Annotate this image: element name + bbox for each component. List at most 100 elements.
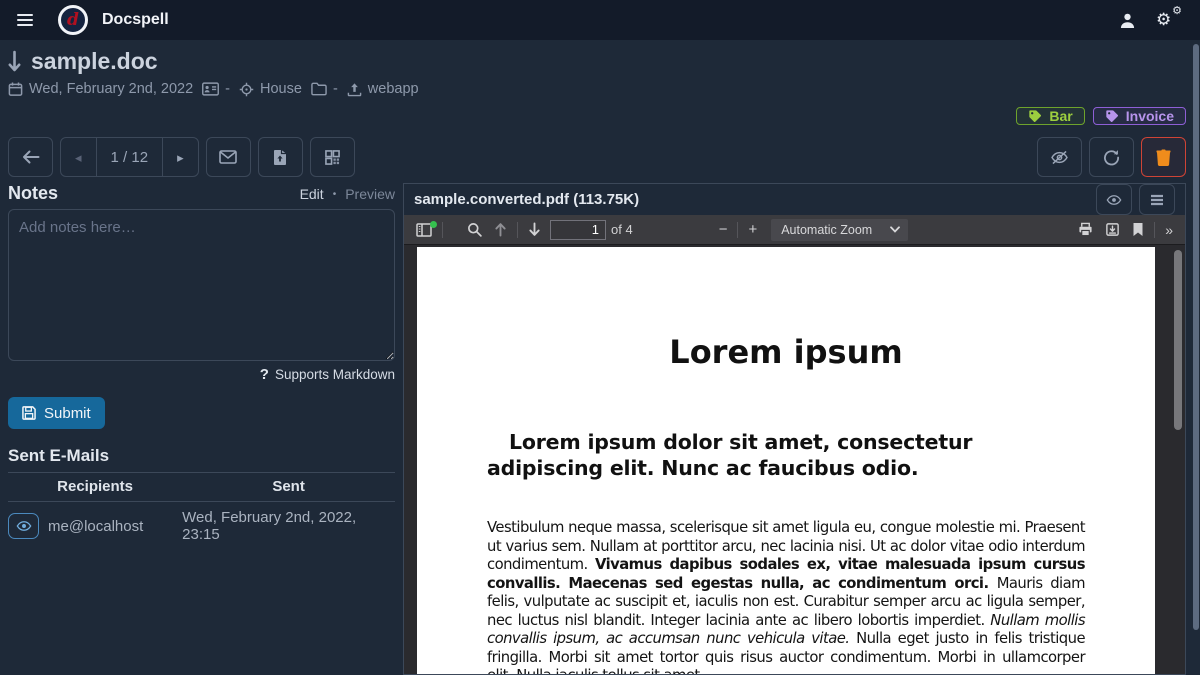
find-button[interactable]	[461, 219, 488, 240]
notes-input[interactable]	[8, 209, 395, 361]
page-count-label: of 4	[611, 222, 633, 237]
preview-panel: sample.converted.pdf (113.75K)	[403, 183, 1186, 675]
toggle-preview-button[interactable]	[1096, 184, 1132, 215]
chevron-right-icon: ▸	[177, 151, 184, 164]
view-mail-button[interactable]	[8, 513, 39, 539]
tag-bar[interactable]: Bar	[1016, 107, 1084, 125]
mail-recipient: me@localhost	[48, 518, 143, 535]
hamburger-icon	[16, 12, 34, 28]
item-source: webapp	[368, 81, 419, 97]
arrow-down-icon	[528, 222, 541, 237]
arrow-up-icon	[494, 222, 507, 237]
tag-icon	[1105, 109, 1119, 123]
app-title: Docspell	[102, 11, 169, 29]
back-button[interactable]	[8, 137, 53, 177]
trash-icon	[1156, 149, 1171, 166]
add-files-button[interactable]	[258, 137, 303, 177]
column-header-sent: Sent	[182, 473, 395, 502]
navbar: d Docspell ⚙ ⚙	[0, 0, 1200, 40]
secondary-toolbar-toggle[interactable]: »	[1159, 219, 1179, 241]
page-scrollbar[interactable]	[1193, 44, 1199, 630]
docspell-logo: d	[58, 5, 88, 35]
minus-icon: −	[719, 221, 728, 238]
next-page-button[interactable]	[522, 219, 547, 240]
item-meta: Wed, February 2nd, 2022 - House - webapp	[8, 81, 1186, 97]
item-id-button[interactable]	[310, 137, 355, 177]
envelope-icon	[219, 150, 237, 164]
pdf-toolbar: of 4 − + Automatic Zoom	[404, 215, 1185, 245]
item-date: Wed, February 2nd, 2022	[29, 81, 193, 97]
previous-page-button[interactable]	[488, 219, 513, 240]
folder-icon	[311, 82, 327, 96]
bookmark-icon	[1132, 222, 1144, 237]
pdf-paragraph: Vestibulum neque massa, scelerisque sit …	[487, 519, 1085, 674]
pdf-scrollbar[interactable]	[1171, 245, 1185, 674]
user-icon	[1119, 12, 1136, 29]
reprocess-button[interactable]	[1089, 137, 1134, 177]
pagination-label: 1 / 12	[96, 138, 163, 176]
page-number-input[interactable]	[550, 220, 606, 240]
action-bar: ◂ 1 / 12 ▸	[8, 137, 1186, 177]
download-file-icon	[1105, 222, 1120, 237]
plus-icon: +	[748, 221, 757, 238]
tags-row: Bar Invoice	[8, 107, 1186, 125]
next-item-button[interactable]: ▸	[162, 138, 198, 176]
delete-button[interactable]	[1141, 137, 1186, 177]
eye-icon	[16, 520, 32, 532]
notes-preview-link[interactable]: Preview	[345, 186, 395, 202]
item-header: sample.doc	[8, 48, 1186, 75]
download-button[interactable]	[1099, 219, 1126, 240]
tag-invoice[interactable]: Invoice	[1093, 107, 1186, 125]
search-icon	[467, 222, 482, 237]
submit-notes-button[interactable]: Submit	[8, 397, 105, 429]
notes-edit-link[interactable]: Edit	[300, 186, 324, 202]
pdf-scrollbar-thumb[interactable]	[1174, 250, 1182, 430]
dot-separator: •	[333, 189, 337, 200]
attachment-menu-button[interactable]	[1139, 184, 1175, 215]
unconfirm-button[interactable]	[1037, 137, 1082, 177]
tag-label: Invoice	[1126, 108, 1174, 124]
hamburger-menu-button[interactable]	[10, 6, 40, 34]
column-header-recipients: Recipients	[8, 473, 182, 502]
pdf-page: Lorem ipsum Lorem ipsum dolor sit amet, …	[417, 247, 1155, 674]
arrow-left-icon	[22, 149, 40, 165]
print-button[interactable]	[1072, 219, 1099, 240]
pdf-subtitle: Lorem ipsum dolor sit amet, consectetur …	[487, 429, 1085, 481]
table-row: me@localhost Wed, February 2nd, 2022, 23…	[8, 502, 395, 551]
item-title: sample.doc	[31, 48, 158, 75]
address-card-icon	[202, 82, 219, 96]
chevron-down-icon	[890, 226, 900, 233]
save-icon	[22, 406, 36, 420]
tag-label: Bar	[1049, 108, 1072, 124]
eye-slash-icon	[1050, 150, 1069, 165]
gears-icon: ⚙ ⚙	[1156, 10, 1180, 30]
current-view-button[interactable]	[1126, 219, 1150, 240]
pdf-title: Lorem ipsum	[487, 333, 1085, 371]
sent-mails-table: Recipients Sent	[8, 473, 395, 550]
item-concerning: House	[260, 81, 302, 97]
settings-menu-button[interactable]: ⚙ ⚙	[1150, 4, 1186, 36]
left-sidebar: Notes Edit • Preview ? Supports Markdown…	[8, 183, 395, 675]
upload-icon	[347, 82, 362, 97]
eye-icon	[1106, 194, 1122, 206]
notification-dot	[430, 221, 437, 228]
item-correspondent: -	[225, 81, 230, 97]
crosshairs-icon	[239, 82, 254, 97]
markdown-hint[interactable]: Supports Markdown	[275, 367, 395, 382]
zoom-level-select[interactable]: Automatic Zoom	[771, 219, 908, 241]
user-menu-button[interactable]	[1113, 6, 1142, 35]
attachment-filename: sample.converted.pdf (113.75K)	[414, 191, 1089, 208]
question-mark-icon: ?	[260, 366, 269, 383]
file-upload-icon	[273, 149, 287, 166]
pagination-group: ◂ 1 / 12 ▸	[60, 137, 199, 177]
zoom-out-button[interactable]: −	[713, 218, 734, 241]
download-arrow-icon	[8, 50, 21, 74]
prev-item-button[interactable]: ◂	[61, 138, 96, 176]
qrcode-icon	[325, 150, 340, 165]
zoom-in-button[interactable]: +	[742, 218, 763, 241]
mail-sent-date: Wed, February 2nd, 2022, 23:15	[182, 502, 395, 551]
toggle-sidebar-button[interactable]	[410, 220, 438, 240]
chevron-left-icon: ◂	[75, 151, 82, 164]
tag-icon	[1028, 109, 1042, 123]
send-mail-button[interactable]	[206, 137, 251, 177]
